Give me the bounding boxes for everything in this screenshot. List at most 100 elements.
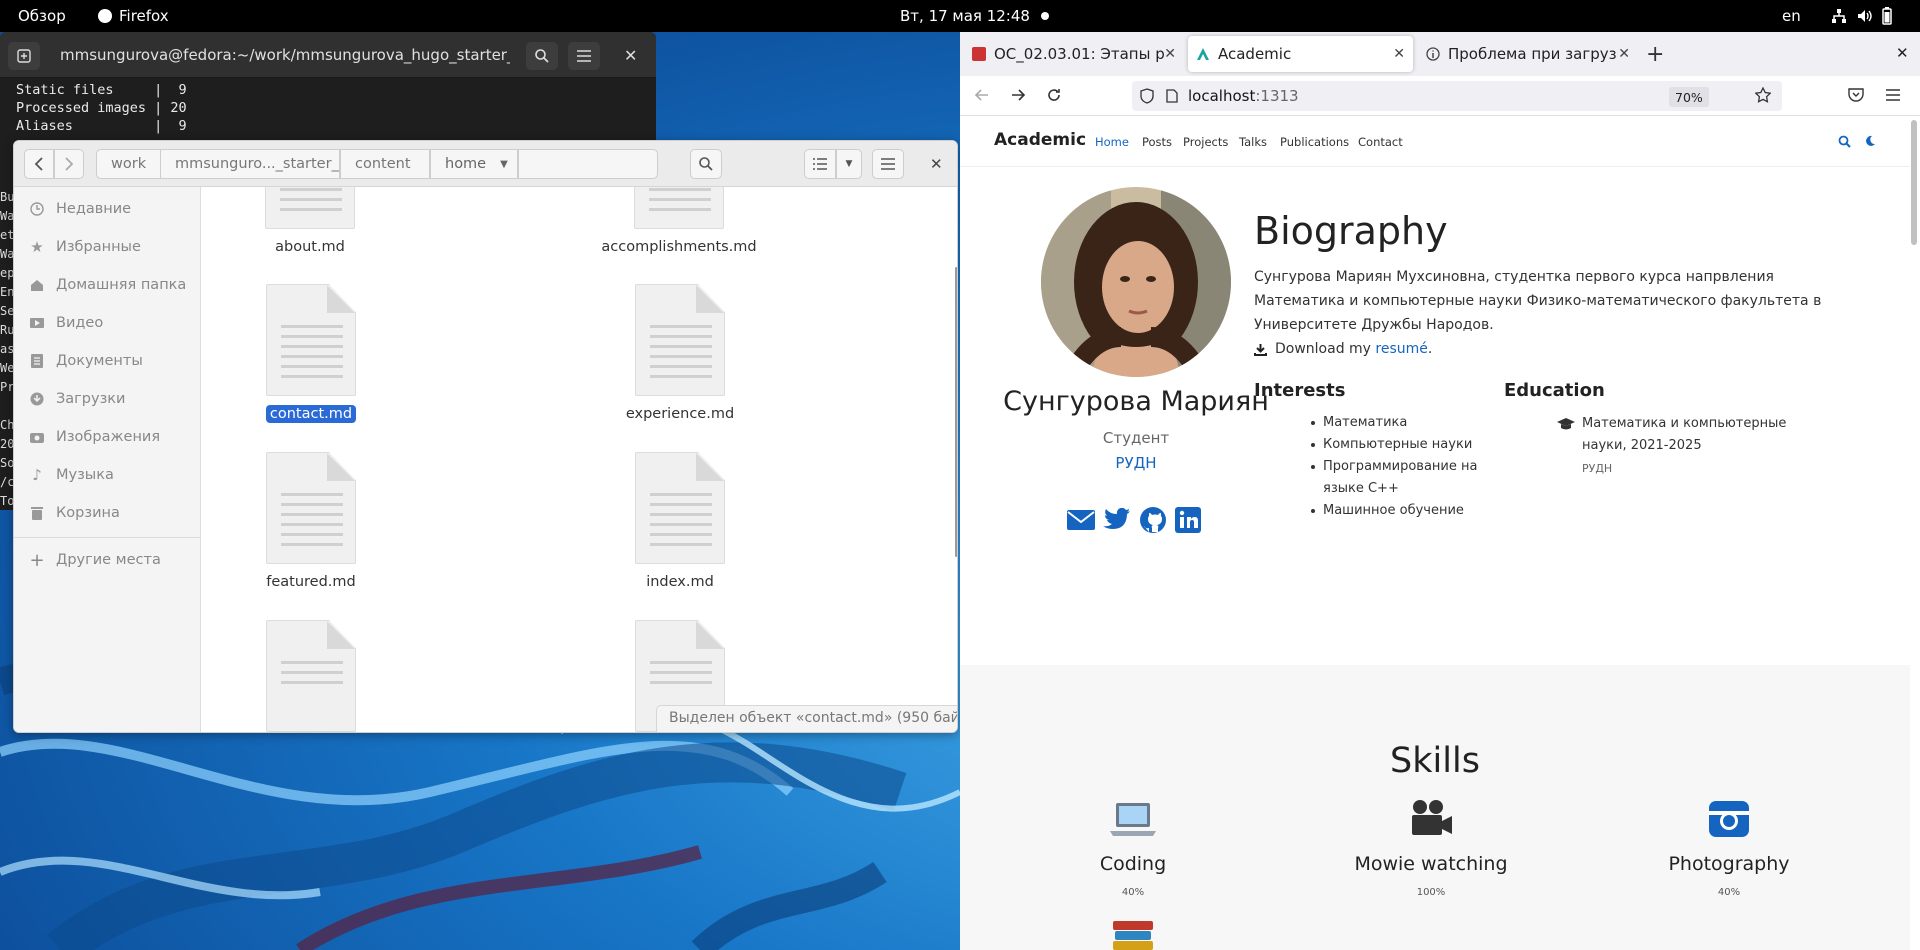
graduation-cap-icon xyxy=(1557,417,1575,431)
close-icon[interactable]: ✕ xyxy=(624,46,637,65)
text-file-icon xyxy=(634,187,724,229)
sidebar-item-documents[interactable]: Документы xyxy=(28,349,143,373)
search-button[interactable] xyxy=(526,42,558,70)
nav-link-projects[interactable]: Projects xyxy=(1183,135,1228,149)
sidebar-item-home[interactable]: Домашняя папка xyxy=(28,273,186,297)
movie-camera-icon xyxy=(1408,799,1454,839)
new-tab-button[interactable] xyxy=(8,42,40,70)
navigation-toolbar: localhost:1313 70% xyxy=(960,76,1920,116)
bookmark-star-icon[interactable] xyxy=(1755,87,1771,103)
new-tab-plus-icon[interactable]: + xyxy=(1646,42,1664,67)
activities-button[interactable]: Обзор xyxy=(18,7,66,25)
sidebar-divider xyxy=(14,537,201,538)
profile-organization[interactable]: РУДН xyxy=(960,454,1312,472)
file-item[interactable]: index.md xyxy=(580,452,780,590)
nav-link-home[interactable]: Home xyxy=(1095,135,1129,149)
interest-item: Компьютерные науки xyxy=(1310,434,1472,456)
hamburger-menu-button[interactable] xyxy=(872,149,904,179)
close-tab-icon[interactable]: ✕ xyxy=(1618,46,1630,62)
reload-icon[interactable] xyxy=(1046,87,1062,103)
breadcrumb-content[interactable]: content xyxy=(340,149,430,179)
site-navbar: Academic Home Posts Projects Talks Publi… xyxy=(960,117,1910,167)
interest-item: Машинное обучение xyxy=(1311,500,1464,522)
forward-arrow-icon[interactable] xyxy=(1010,87,1026,103)
nav-link-contact[interactable]: Contact xyxy=(1358,135,1403,149)
github-icon[interactable] xyxy=(1139,506,1167,534)
sidebar-item-videos[interactable]: Видео xyxy=(28,311,103,335)
volume-icon[interactable] xyxy=(1857,8,1873,24)
pocket-icon[interactable] xyxy=(1848,88,1864,103)
close-tab-icon[interactable]: ✕ xyxy=(1393,46,1405,62)
sidebar-item-downloads[interactable]: Загрузки xyxy=(28,387,125,411)
sidebar-item-starred[interactable]: ★ Избранные xyxy=(28,235,141,259)
file-item[interactable] xyxy=(211,620,411,732)
breadcrumb-home[interactable]: home ▼ xyxy=(430,149,518,179)
view-options-chevron-icon[interactable]: ▼ xyxy=(836,149,862,179)
battery-icon[interactable] xyxy=(1882,7,1892,25)
app-menu-icon[interactable] xyxy=(1886,89,1900,101)
skills-heading: Skills xyxy=(1390,741,1480,781)
hamburger-menu-button[interactable] xyxy=(568,42,600,70)
file-name: experience.md xyxy=(625,406,735,422)
terminal-window[interactable]: mmsungurova@fedora:~/work/mmsungurova_hu… xyxy=(0,32,656,150)
file-name: index.md xyxy=(646,574,714,590)
dark-mode-moon-icon[interactable] xyxy=(1864,135,1876,147)
linkedin-icon[interactable] xyxy=(1175,506,1201,534)
skill-item: Photography 40% xyxy=(1629,799,1829,898)
keyboard-layout[interactable]: en xyxy=(1782,7,1801,25)
file-item[interactable]: experience.md xyxy=(580,284,780,422)
close-icon[interactable]: ✕ xyxy=(930,155,943,173)
nav-link-talks[interactable]: Talks xyxy=(1239,135,1267,149)
places-sidebar: Недавние ★ Избранные Домашняя папка Видео… xyxy=(14,187,201,732)
file-name: about.md xyxy=(275,239,345,255)
site-brand[interactable]: Academic xyxy=(994,130,1086,150)
twitter-icon[interactable] xyxy=(1103,506,1131,534)
network-icon[interactable] xyxy=(1831,8,1847,24)
envelope-icon[interactable] xyxy=(1067,506,1095,534)
breadcrumb-empty-area[interactable] xyxy=(518,149,658,179)
file-item[interactable]: about.md xyxy=(210,187,410,255)
sidebar-item-pictures[interactable]: Изображения xyxy=(28,425,160,449)
url-bar[interactable]: localhost:1313 70% xyxy=(1132,81,1782,111)
nav-link-posts[interactable]: Posts xyxy=(1142,135,1172,149)
file-manager-window[interactable]: work mmsunguro..._starter_rep content ho… xyxy=(13,140,958,733)
sidebar-item-trash[interactable]: Корзина xyxy=(28,501,120,525)
tab-course[interactable]: OC_02.03.01: Этапы реал ✕ xyxy=(964,36,1184,72)
trash-icon xyxy=(28,506,46,520)
scrollbar[interactable] xyxy=(955,267,957,557)
zoom-level[interactable]: 70% xyxy=(1669,87,1709,107)
search-icon[interactable] xyxy=(1838,135,1851,148)
forward-button[interactable] xyxy=(54,149,84,179)
back-button[interactable] xyxy=(24,149,54,179)
profile-role: Студент xyxy=(1102,429,1170,447)
interest-item: Математика xyxy=(1310,412,1407,434)
close-tab-icon[interactable]: ✕ xyxy=(1164,46,1176,62)
breadcrumb-work[interactable]: work xyxy=(96,149,162,179)
breadcrumb-project[interactable]: mmsunguro..._starter_rep xyxy=(160,149,363,179)
sidebar-item-other-locations[interactable]: + Другие места xyxy=(28,548,160,572)
tab-problem[interactable]: Проблема при загрузке с ✕ xyxy=(1418,36,1638,72)
active-app-menu[interactable]: Firefox xyxy=(98,7,169,25)
star-icon: ★ xyxy=(30,238,44,256)
skill-item: Mowie watching 100% xyxy=(1331,799,1531,898)
file-item[interactable]: featured.md xyxy=(211,452,411,590)
close-window-icon[interactable]: ✕ xyxy=(1896,44,1909,62)
file-grid: about.md accomplishments.md contact.md e… xyxy=(202,187,957,732)
list-view-button[interactable] xyxy=(804,149,836,179)
sidebar-item-recent[interactable]: Недавние xyxy=(28,197,131,221)
page-scrollbar[interactable] xyxy=(1911,120,1917,245)
terminal-header: mmsungurova@fedora:~/work/mmsungurova_hu… xyxy=(0,32,656,78)
camera-icon xyxy=(28,431,46,443)
tab-academic[interactable]: Academic ✕ xyxy=(1188,36,1413,72)
education-institution: РУДН xyxy=(1582,462,1613,475)
tab-strip: OC_02.03.01: Этапы реал ✕ Academic ✕ Про… xyxy=(960,32,1920,76)
file-item-selected[interactable]: contact.md xyxy=(211,284,411,423)
search-button[interactable] xyxy=(690,149,722,179)
back-arrow-icon[interactable] xyxy=(974,87,990,103)
clock[interactable]: Вт, 17 мая 12:48 xyxy=(900,7,1030,25)
nav-link-publications[interactable]: Publications xyxy=(1280,135,1349,149)
resume-link[interactable]: resumé xyxy=(1375,341,1427,357)
file-item[interactable]: accomplishments.md xyxy=(579,187,779,255)
sidebar-item-music[interactable]: ♪ Музыка xyxy=(28,463,114,487)
firefox-window[interactable]: OC_02.03.01: Этапы реал ✕ Academic ✕ Про… xyxy=(960,32,1920,950)
